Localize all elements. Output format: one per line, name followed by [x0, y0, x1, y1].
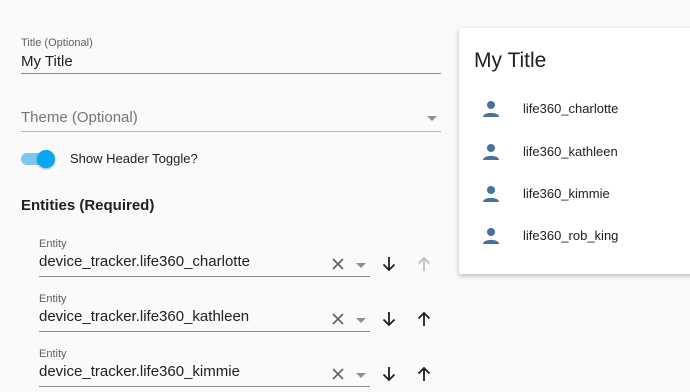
entity-name: life360_kathleen [523, 144, 618, 159]
entities-heading: Entities (Required) [21, 197, 155, 214]
theme-dropdown[interactable]: Theme (Optional) [21, 105, 441, 133]
person-icon [483, 228, 499, 244]
title-input[interactable]: My Title [21, 53, 73, 70]
show-header-toggle-row: Show Header Toggle? [21, 148, 321, 170]
list-item[interactable]: life360_rob_king [481, 224, 681, 248]
entities-card-preview: My Title life360_charlotte life360_kathl… [459, 28, 690, 274]
card-editor: Title (Optional) My Title Theme (Optiona… [0, 0, 455, 391]
arrow-up-icon[interactable] [416, 311, 432, 327]
entity-name: life360_rob_king [523, 228, 619, 243]
arrow-up-icon[interactable] [416, 366, 432, 382]
chevron-down-icon[interactable] [356, 373, 366, 378]
arrow-down-icon[interactable] [381, 311, 397, 327]
title-field[interactable]: Title (Optional) My Title [21, 37, 441, 75]
entity-row: Entity device_tracker.life360_charlotte [39, 238, 439, 282]
chevron-down-icon[interactable] [356, 318, 366, 323]
entity-field-underline [39, 386, 370, 387]
clear-icon[interactable] [331, 257, 345, 271]
entity-field-underline [39, 276, 370, 277]
entity-name: life360_charlotte [523, 101, 619, 116]
arrow-down-icon[interactable] [381, 366, 397, 382]
title-field-label: Title (Optional) [21, 37, 93, 49]
entity-field-label: Entity [39, 293, 67, 305]
arrow-up-icon[interactable] [416, 256, 432, 272]
entity-field-label: Entity [39, 238, 67, 250]
person-icon [483, 101, 499, 117]
card-title: My Title [474, 49, 547, 72]
toggle-knob[interactable] [37, 150, 55, 168]
chevron-down-icon[interactable] [427, 116, 437, 121]
chevron-down-icon[interactable] [356, 263, 366, 268]
person-icon [483, 186, 499, 202]
entity-row: Entity device_tracker.life360_kimmie [39, 348, 439, 392]
entity-input[interactable]: device_tracker.life360_charlotte [39, 253, 250, 270]
entity-row: Entity device_tracker.life360_kathleen [39, 293, 439, 337]
entity-field-underline [39, 331, 370, 332]
entity-input[interactable]: device_tracker.life360_kathleen [39, 308, 249, 325]
clear-icon[interactable] [331, 312, 345, 326]
clear-icon[interactable] [331, 367, 345, 381]
title-field-underline [21, 73, 441, 74]
entity-input[interactable]: device_tracker.life360_kimmie [39, 363, 240, 380]
list-item[interactable]: life360_kathleen [481, 140, 681, 164]
entity-name: life360_kimmie [523, 186, 610, 201]
theme-field-underline [21, 131, 441, 132]
theme-dropdown-placeholder: Theme (Optional) [21, 109, 138, 126]
entity-field-label: Entity [39, 348, 67, 360]
show-header-toggle-label: Show Header Toggle? [70, 151, 198, 166]
person-icon [483, 144, 499, 160]
list-item[interactable]: life360_kimmie [481, 182, 681, 206]
arrow-down-icon[interactable] [381, 256, 397, 272]
list-item[interactable]: life360_charlotte [481, 97, 681, 121]
